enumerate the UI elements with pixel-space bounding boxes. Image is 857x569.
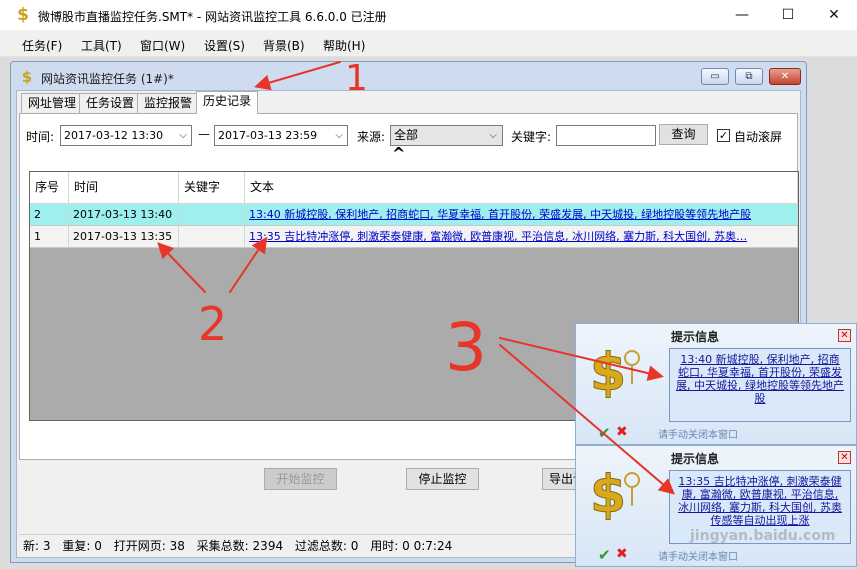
dollar-icon: $ [17,5,29,25]
child-close-button[interactable]: ✕ [769,68,801,85]
stop-monitor-button[interactable]: 停止监控 [406,468,479,490]
source-select[interactable]: 全部 ⌵ [390,125,503,146]
check-icon[interactable]: ✔ [598,424,611,442]
check-icon[interactable]: ✔ [598,546,611,564]
source-label: 来源: [357,130,386,144]
tab-url-management[interactable]: 网址管理 [21,93,84,113]
status-pages-label: 打开网页: [113,539,166,553]
menu-help[interactable]: 帮助(H) [323,37,365,54]
row-text-link[interactable]: 13:35 吉比特冲涨停, 刺激荣泰健康, 富瀚微, 欧普康视, 平治信息, 冰… [245,226,798,248]
watermark: jingyan.baidu.com [690,528,836,544]
status-dup-label: 重复: [62,539,91,553]
close-button[interactable]: ✕ [811,0,857,31]
maximize-button[interactable]: ☐ [765,0,811,31]
popup-title: 提示信息 [671,452,720,466]
row-index: 2 [30,204,69,226]
status-new-count: 3 [42,539,51,553]
row-text-link[interactable]: 13:40 新城控股, 保利地产, 招商蛇口, 华夏幸福, 首开股份, 荣盛发展… [245,204,798,226]
row-index: 1 [30,226,69,248]
end-date-value: 2017-03-13 23:59 [218,129,318,142]
task-window-title: 网站资讯监控任务 (1#)* [41,72,174,86]
source-value: 全部 [394,128,419,142]
popup-message-text[interactable]: 13:35 吉比特冲涨停, 刺激荣泰健康, 富瀚微, 欧普康视, 平治信息, 冰… [678,475,842,527]
menu-window[interactable]: 窗口(W) [140,37,185,54]
popup-title: 提示信息 [671,330,720,344]
dollar-icon: $ [21,68,33,86]
start-date-value: 2017-03-12 13:30 [64,129,164,142]
window-title: 微博股市直播监控任务.SMT* - 网站资讯监控工具 6.6.0.0 已注册 [38,10,387,24]
column-header-time[interactable]: 时间 [69,172,179,204]
status-pages-count: 38 [169,539,185,553]
close-icon[interactable]: ✕ [838,451,851,464]
svg-text:$: $ [590,343,626,403]
tab-history[interactable]: 历史记录 [196,91,259,114]
start-monitor-button[interactable]: 开始监控 [264,468,337,490]
close-icon[interactable]: ✖ [616,546,628,562]
autoscroll-label: 自动滚屏 [734,130,783,144]
keyword-label: 关键字: [511,130,552,144]
child-restore-button[interactable]: ⧉ [735,68,763,85]
chevron-down-icon: ⌵ [489,130,497,141]
menu-task[interactable]: 任务(F) [22,37,62,54]
popup-message[interactable]: 13:40 新城控股, 保利地产, 招商蛇口, 华夏幸福, 首开股份, 荣盛发展… [669,348,851,422]
popup-message-text[interactable]: 13:40 新城控股, 保利地产, 招商蛇口, 华夏幸福, 首开股份, 荣盛发展… [676,353,844,405]
popup-footer: 请手动关闭本窗口 [658,430,738,441]
status-total-label: 采集总数: [196,539,249,553]
row-keyword [179,226,245,248]
end-date-picker[interactable]: 2017-03-13 23:59 ⌵ [214,125,348,146]
status-elapsed-label: 用时: [370,539,399,553]
close-icon[interactable]: ✕ [838,329,851,342]
date-range-dash: — [198,127,210,141]
notification-popup: $ 提示信息 ✕ 13:40 新城控股, 保利地产, 招商蛇口, 华夏幸福, 首… [575,323,857,445]
money-icon: $ [590,343,640,404]
menu-bar: 任务(F) 工具(T) 窗口(W) 设置(S) 背景(B) 帮助(H) [0,31,857,57]
chevron-down-icon: ⌵ [179,130,187,141]
status-dup-count: 0 [94,539,102,553]
query-button[interactable]: 查询 [659,124,708,145]
keyword-input[interactable] [556,125,656,146]
time-label: 时间: [26,130,55,144]
column-header-index[interactable]: 序号 [30,172,69,204]
status-elapsed-value: 0 0:7:24 [402,539,453,553]
title-bar: $ 微博股市直播监控任务.SMT* - 网站资讯监控工具 6.6.0.0 已注册… [0,0,857,31]
popup-footer: 请手动关闭本窗口 [658,552,738,563]
status-filtered-label: 过滤总数: [294,539,347,553]
status-filtered-count: 0 [350,539,359,553]
notification-popup: $ 提示信息 ✕ 13:35 吉比特冲涨停, 刺激荣泰健康, 富瀚微, 欧普康视… [575,445,857,567]
start-date-picker[interactable]: 2017-03-12 13:30 ⌵ [60,125,192,146]
svg-text:$: $ [590,465,626,525]
status-new-label: 新: [23,539,40,553]
row-keyword [179,204,245,226]
money-icon: $ [590,465,640,526]
menu-background[interactable]: 背景(B) [263,37,305,54]
column-header-text[interactable]: 文本 [245,172,798,204]
caret-up-icon: ^ [392,144,406,163]
minimize-button[interactable]: — [719,0,765,31]
status-total-count: 2394 [252,539,284,553]
menu-settings[interactable]: 设置(S) [204,37,245,54]
row-time: 2017-03-13 13:35 [69,226,179,248]
row-time: 2017-03-13 13:40 [69,204,179,226]
tab-monitor-alarm[interactable]: 监控报警 [137,93,200,113]
chevron-down-icon: ⌵ [335,130,343,141]
close-icon[interactable]: ✖ [616,424,628,440]
column-header-keyword[interactable]: 关键字 [179,172,245,204]
tab-task-settings[interactable]: 任务设置 [79,93,142,113]
autoscroll-checkbox[interactable]: ✓ [717,129,730,142]
child-minimize-button[interactable]: ▭ [701,68,729,85]
menu-tools[interactable]: 工具(T) [81,37,122,54]
